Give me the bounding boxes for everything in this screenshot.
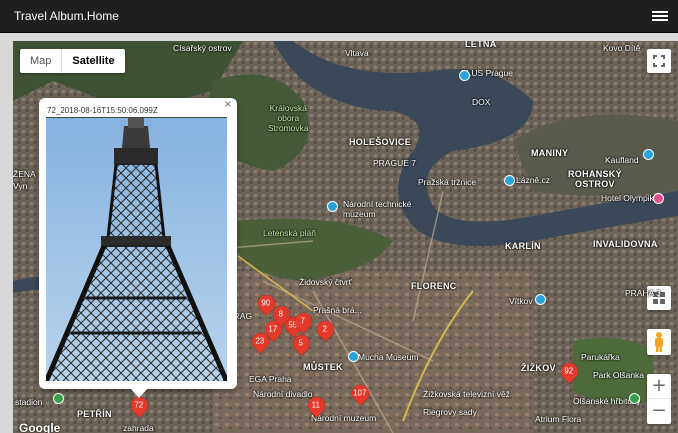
zoom-control: + − [647,374,671,424]
map-label: PETŘÍN [77,409,112,419]
photo-thumbnail[interactable] [46,117,227,381]
map-label: Národní muzeum [311,413,377,423]
map-canvas[interactable]: Map Satellite + − Císařský ostrov Vltava… [13,41,678,433]
shop-poi-icon[interactable] [643,149,654,160]
map-label: ROHANSKÝ OSTROV [568,169,622,189]
map-label: Národní divadlo [253,389,313,399]
map-label: HOLEŠOVICE [349,137,412,147]
info-window-pointer [130,388,148,398]
map-label: MŮSTEK [303,362,343,372]
map-label: Žižkovská televizní věž [423,389,510,399]
zoom-out-button[interactable]: − [647,399,671,424]
map-label: FLORENC [411,281,457,291]
map-label: Kovo Dítě [603,43,641,53]
map-label: Riegrovy sady [423,407,477,417]
map-label: Park Olšanka [593,370,645,380]
shop-poi-icon[interactable] [459,70,470,81]
map-type-map-button[interactable]: Map [20,49,63,73]
museum-poi-icon[interactable] [348,351,359,362]
map-label: Národní technické muzeum [343,199,412,219]
map-type-control: Map Satellite [20,49,125,73]
pegman-icon [655,332,663,352]
shop-poi-icon[interactable] [504,175,515,186]
map-label: Mucha Museum [358,352,419,362]
map-label: INVALIDOVNA [593,239,658,249]
close-icon[interactable]: × [224,99,232,110]
fullscreen-icon [653,55,665,67]
photo-caption: 72_2018-08-16T15:50:06.099Z [47,106,158,115]
map-label: Parukářka [581,352,620,362]
map-label: PRAHA 3 [625,288,661,298]
map-label: Královská obora Stromovka [268,103,309,133]
map-label: Atrium Flora [535,414,582,424]
fullscreen-button[interactable] [647,49,671,73]
navbar: Travel Album.Home [0,0,678,33]
park-poi-icon[interactable] [629,393,640,404]
museum-poi-icon[interactable] [327,201,338,212]
street-view-pegman[interactable] [647,329,671,355]
map-label: Císařský ostrov [173,43,232,53]
park-poi-icon[interactable] [53,393,64,404]
map-label: LETNÁ [465,41,497,49]
map-label: Lázně.cz [516,175,551,185]
map-label: Vltava [345,48,369,58]
map-label: DOX [472,97,491,107]
map-label: MANINY [531,148,569,158]
map-label: Prašná brá... [313,305,362,315]
map-label: stadion [15,397,43,407]
map-type-satellite-button[interactable]: Satellite [62,49,124,73]
map-label: Pražská tržnice [418,177,477,187]
landmark-poi-icon[interactable] [535,294,546,305]
map-label: Vyn [13,181,28,191]
map-label: KARLÍN [505,241,541,251]
map-label: EGA Praha [249,374,292,384]
photo-info-window: 72_2018-08-16T15:50:06.099Z × [39,98,237,398]
map-label: Kaufland [605,155,639,165]
app-title[interactable]: Travel Album.Home [14,9,119,23]
map-label: Letenská pláň [263,228,316,238]
map-label: Vítkov [509,296,533,306]
map-label: Židovský čtvrť [299,277,352,287]
google-logo: Google [19,421,61,433]
map-label: Hotel Olympik [601,193,654,203]
menu-icon[interactable] [652,9,668,23]
map-label: ŽIŽKOV [521,363,556,373]
map-label: zahrada [123,423,154,433]
zoom-in-button[interactable]: + [647,374,671,399]
map-label: ŽENA [13,169,36,179]
map-label: PRAGUE 7 [373,158,416,168]
hotel-poi-icon[interactable] [653,193,664,204]
